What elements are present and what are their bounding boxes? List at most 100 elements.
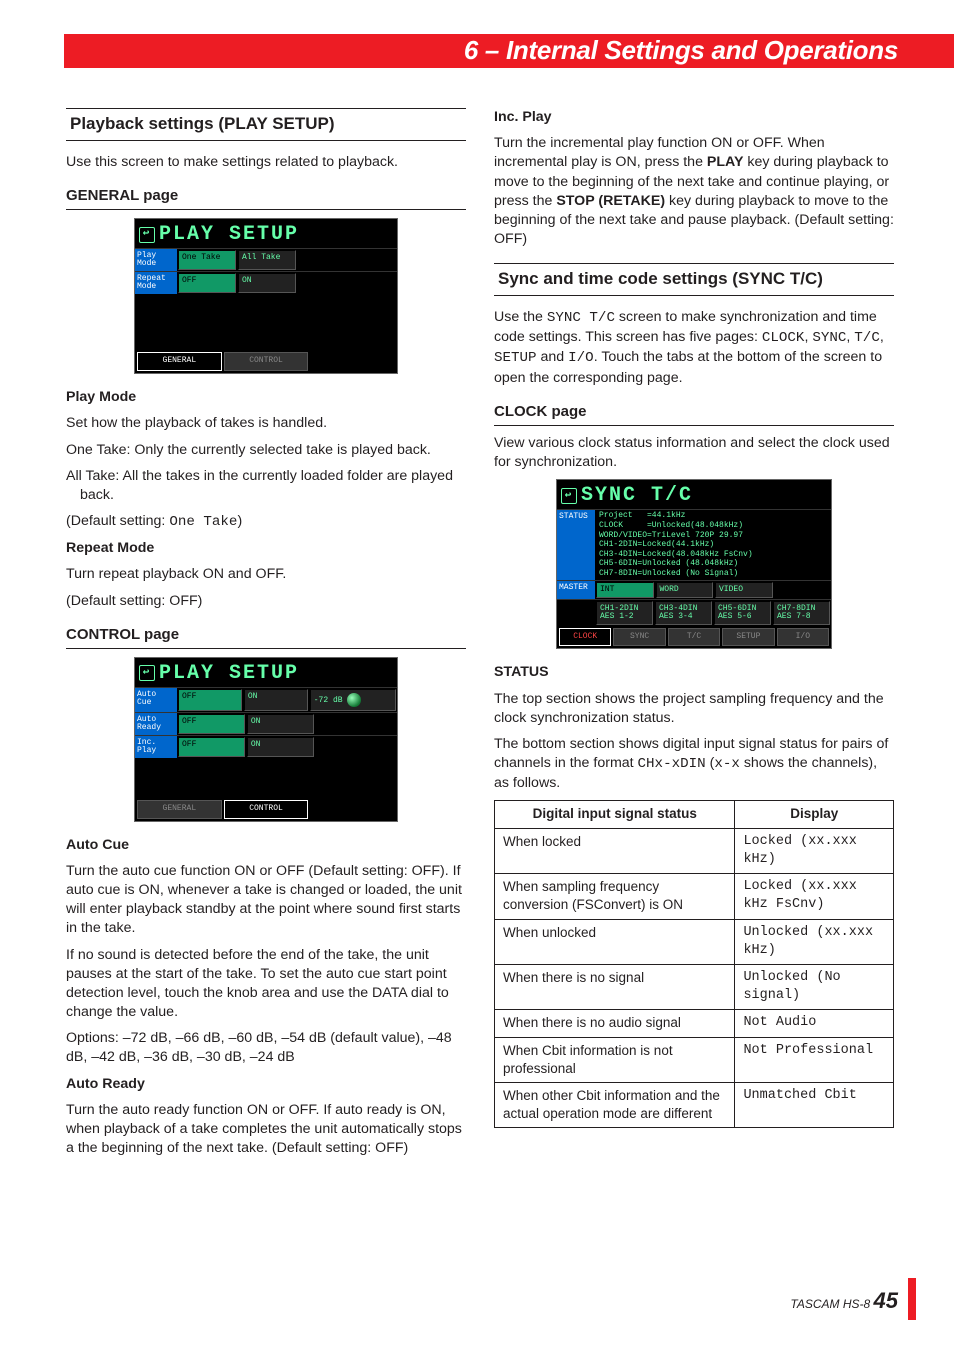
- lcd-play-setup-general: ↩ PLAY SETUP Play Mode One Take All Take…: [134, 218, 398, 374]
- knob-icon: [347, 693, 361, 707]
- lcd1-playmode-label: Play Mode: [135, 249, 177, 271]
- lcd1-row-playmode: Play Mode One Take All Take: [135, 248, 397, 271]
- lcd2-row-autoready: Auto Ready OFF ON: [135, 712, 397, 735]
- sync-desc: Use the SYNC T/C screen to make synchron…: [494, 308, 894, 388]
- sy-g: SETUP: [494, 350, 537, 366]
- lcd3-status-row: STATUS Project =44.1kHz CLOCK =Unlocked(…: [557, 509, 831, 579]
- table-row: When there is no audio signalNot Audio: [495, 1010, 894, 1037]
- lcd2-row-autocue: Auto Cue OFF ON -72 dB: [135, 687, 397, 712]
- auto-cue-p1: Turn the auto cue function ON or OFF (De…: [66, 862, 466, 939]
- lcd3-master-row1: MASTER INT WORD VIDEO: [557, 580, 831, 599]
- control-page-heading: CONTROL page: [66, 625, 466, 649]
- table-row: When there is no signalUnlocked (No sign…: [495, 964, 894, 1009]
- sy-i: . Touch the tabs at the bottom of the sc…: [494, 349, 882, 385]
- play-mode-all-take: All Take: All the takes in the currently…: [66, 467, 466, 505]
- table-cell-display: Unlocked (No signal): [735, 964, 894, 1009]
- table-cell-display: Locked (xx.xxx kHz FsCnv): [735, 874, 894, 919]
- play-mode-heading: Play Mode: [66, 388, 466, 407]
- table-cell-display: Unlocked (xx.xxx kHz): [735, 919, 894, 964]
- lcd3-tabs: CLOCK SYNC T/C SETUP I/O: [557, 626, 831, 649]
- lcd3-m-ch78: CH7-8DIN AES 7-8: [773, 601, 830, 625]
- lcd3-m-int: INT: [596, 582, 654, 598]
- lcd3-title: SYNC T/C: [581, 482, 693, 509]
- sy-f: T/C: [854, 330, 880, 346]
- pm-default-b: One Take: [169, 514, 237, 530]
- lcd1-one-take: One Take: [178, 250, 236, 270]
- table-row: When lockedLocked (xx.xxx kHz): [495, 828, 894, 873]
- table-cell-status: When there is no signal: [495, 964, 735, 1009]
- table-header-row: Digital input signal status Display: [495, 801, 894, 828]
- lcd3-tab-clock: CLOCK: [559, 628, 611, 647]
- lcd1-repeat-on: ON: [238, 273, 296, 293]
- lcd2-titlebar: ↩ PLAY SETUP: [135, 658, 397, 687]
- table-cell-status: When Cbit information is not professiona…: [495, 1037, 735, 1082]
- lcd2-tab-general: GENERAL: [137, 800, 222, 819]
- auto-cue-p3: Options: –72 dB, –66 dB, –60 dB, –54 dB …: [66, 1029, 466, 1067]
- table-row: When sampling frequency conversion (FSCo…: [495, 874, 894, 919]
- lcd3-status-lines: Project =44.1kHz CLOCK =Unlocked(48.048k…: [595, 510, 831, 579]
- sy-b: SYNC T/C: [547, 310, 615, 326]
- lcd3-status-label: STATUS: [557, 510, 595, 579]
- status-p2: The bottom section shows digital input s…: [494, 735, 894, 794]
- inc-play-heading: Inc. Play: [494, 108, 894, 127]
- ip-d: STOP (RETAKE): [556, 193, 665, 209]
- lcd1-spacer2: [297, 272, 397, 294]
- lcd1-spacer1: [297, 249, 397, 271]
- repeat-mode-default: (Default setting: OFF): [66, 592, 466, 611]
- lcd3-titlebar: ↩ SYNC T/C: [557, 480, 831, 509]
- lcd3-m-ch12: CH1-2DIN AES 1-2: [596, 601, 653, 625]
- lcd3-m-blank: [775, 582, 831, 598]
- lcd2-tab-control: CONTROL: [224, 800, 309, 819]
- lcd3-tab-io: I/O: [777, 628, 829, 647]
- pm-default-a: (Default setting:: [66, 513, 169, 529]
- lcd2-incplay-on: ON: [247, 737, 314, 757]
- lcd3-tab-tc: T/C: [668, 628, 720, 647]
- chapter-title: 6 – Internal Settings and Operations: [464, 33, 898, 68]
- lcd1-titlebar: ↩ PLAY SETUP: [135, 219, 397, 248]
- back-icon: ↩: [139, 665, 155, 681]
- play-mode-desc: Set how the playback of takes is handled…: [66, 414, 466, 433]
- status-p1: The top section shows the project sampli…: [494, 690, 894, 728]
- section-playback-intro: Use this screen to make settings related…: [66, 153, 466, 172]
- lcd1-repeat-off: OFF: [178, 273, 236, 293]
- lcd-sync-tc: ↩ SYNC T/C STATUS Project =44.1kHz CLOCK…: [556, 479, 832, 649]
- lcd2-autocue-label: Auto Cue: [135, 688, 177, 712]
- auto-ready-heading: Auto Ready: [66, 1075, 466, 1094]
- table-row: When unlockedUnlocked (xx.xxx kHz): [495, 919, 894, 964]
- lcd2-spacer3: [315, 736, 397, 758]
- lcd-play-setup-control: ↩ PLAY SETUP Auto Cue OFF ON -72 dB Auto…: [134, 657, 398, 822]
- lcd1-title: PLAY SETUP: [159, 221, 299, 248]
- table-cell-display: Unmatched Cbit: [735, 1083, 894, 1128]
- right-column: Inc. Play Turn the incremental play func…: [494, 108, 894, 1165]
- pm-default-c: ): [237, 513, 242, 529]
- lcd1-tab-general: GENERAL: [137, 352, 222, 371]
- lcd2-autocue-on: ON: [244, 689, 308, 711]
- lcd2-spacer2: [315, 713, 397, 735]
- auto-ready-p1: Turn the auto ready function ON or OFF. …: [66, 1101, 466, 1159]
- auto-cue-p2: If no sound is detected before the end o…: [66, 946, 466, 1023]
- lcd2-title: PLAY SETUP: [159, 660, 299, 687]
- lcd3-m-ch56: CH5-6DIN AES 5-6: [714, 601, 771, 625]
- left-column: Playback settings (PLAY SETUP) Use this …: [66, 108, 466, 1165]
- lcd3-tab-setup: SETUP: [722, 628, 774, 647]
- play-mode-one-take: One Take: Only the currently selected ta…: [66, 441, 466, 460]
- table-cell-status: When unlocked: [495, 919, 735, 964]
- chapter-banner: 6 – Internal Settings and Operations: [64, 34, 954, 68]
- lcd1-filler: [135, 294, 397, 350]
- back-icon: ↩: [561, 488, 577, 504]
- table-cell-status: When locked: [495, 828, 735, 873]
- repeat-mode-desc: Turn repeat playback ON and OFF.: [66, 565, 466, 584]
- footer-model: TASCAM HS-8: [790, 1297, 870, 1311]
- lcd2-incplay-label: Inc. Play: [135, 736, 177, 758]
- lcd1-tab-control: CONTROL: [224, 352, 309, 371]
- lcd2-autoready-on: ON: [247, 714, 314, 734]
- st2b: CHx-xDIN: [638, 756, 706, 772]
- table-cell-display: Not Audio: [735, 1010, 894, 1037]
- lcd2-autoready-label: Auto Ready: [135, 713, 177, 735]
- table-row: When other Cbit information and the actu…: [495, 1083, 894, 1128]
- lcd2-autoready-off: OFF: [178, 714, 245, 734]
- table-cell-display: Locked (xx.xxx kHz): [735, 828, 894, 873]
- table-h2: Display: [735, 801, 894, 828]
- sync-heading: Sync and time code settings (SYNC T/C): [494, 263, 894, 296]
- lcd2-row-incplay: Inc. Play OFF ON: [135, 735, 397, 758]
